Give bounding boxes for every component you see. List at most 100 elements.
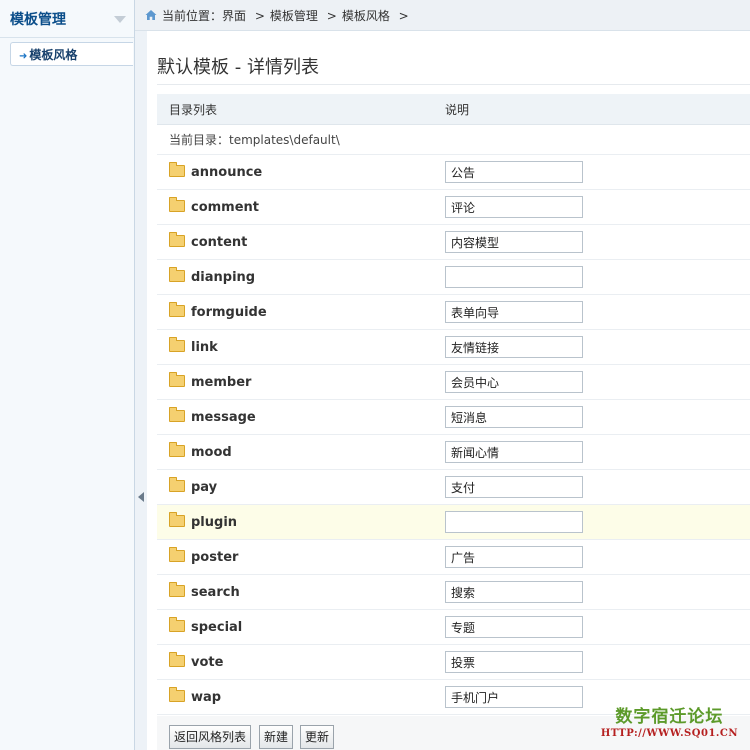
description-input[interactable] bbox=[445, 336, 583, 358]
directory-name[interactable]: search bbox=[191, 585, 240, 600]
folder-icon bbox=[169, 336, 185, 352]
breadcrumb-separator: > bbox=[254, 9, 265, 23]
description-input[interactable] bbox=[445, 266, 583, 288]
column-header-description: 说明 bbox=[445, 94, 750, 125]
directory-name[interactable]: poster bbox=[191, 550, 238, 565]
directory-cell[interactable]: announce bbox=[157, 154, 445, 190]
update-button[interactable]: 更新 bbox=[300, 725, 335, 749]
folder-icon bbox=[169, 266, 185, 282]
watermark-url: HTTP://WWW.SQ01.CN bbox=[600, 728, 738, 739]
site-watermark: 数字宿迁论坛 HTTP://WWW.SQ01.CN bbox=[601, 707, 738, 741]
directory-name[interactable]: member bbox=[191, 375, 251, 390]
description-input[interactable] bbox=[445, 546, 583, 568]
description-input[interactable] bbox=[445, 441, 583, 463]
sidebar-item-label: 模板风格 bbox=[29, 48, 78, 62]
description-input[interactable] bbox=[445, 371, 583, 393]
current-directory-label: 当前目录：templates\default\ bbox=[157, 124, 750, 155]
breadcrumb-separator: > bbox=[326, 9, 337, 23]
table-row: vote bbox=[157, 644, 750, 680]
folder-icon bbox=[169, 441, 185, 457]
directory-cell[interactable]: poster bbox=[157, 539, 445, 575]
description-cell bbox=[445, 644, 750, 680]
breadcrumb-item[interactable]: 模板风格 bbox=[342, 9, 390, 23]
directory-name[interactable]: special bbox=[191, 620, 242, 635]
directory-cell[interactable]: formguide bbox=[157, 294, 445, 330]
breadcrumb-item[interactable]: 界面 bbox=[222, 9, 246, 23]
watermark-title: 数字宿迁论坛 bbox=[615, 707, 724, 727]
directory-name[interactable]: content bbox=[191, 235, 247, 250]
sidebar-divider bbox=[0, 37, 134, 38]
directory-name[interactable]: pay bbox=[191, 480, 217, 495]
folder-icon bbox=[169, 581, 185, 597]
directory-cell[interactable]: pay bbox=[157, 469, 445, 505]
directory-name[interactable]: announce bbox=[191, 165, 262, 180]
directory-cell[interactable]: search bbox=[157, 574, 445, 610]
new-button[interactable]: 新建 bbox=[259, 725, 294, 749]
directory-name[interactable]: link bbox=[191, 340, 218, 355]
back-to-style-list-button[interactable]: 返回风格列表 bbox=[169, 725, 252, 749]
directory-name[interactable]: mood bbox=[191, 445, 232, 460]
table-row: poster bbox=[157, 539, 750, 575]
breadcrumb-prefix: 当前位置： bbox=[162, 9, 223, 23]
directory-name[interactable]: comment bbox=[191, 200, 259, 215]
directory-cell[interactable]: message bbox=[157, 399, 445, 435]
directory-name[interactable]: formguide bbox=[191, 305, 267, 320]
title-divider bbox=[157, 84, 750, 85]
sidebar-title-label: 模板管理 bbox=[10, 12, 66, 28]
description-input[interactable] bbox=[445, 231, 583, 253]
directory-cell[interactable]: plugin bbox=[157, 504, 445, 540]
directory-name[interactable]: vote bbox=[191, 655, 223, 670]
directory-cell[interactable]: member bbox=[157, 364, 445, 400]
table-row: mood bbox=[157, 434, 750, 470]
table-row: formguide bbox=[157, 294, 750, 330]
description-cell bbox=[445, 399, 750, 435]
folder-icon bbox=[169, 301, 185, 317]
triangle-down-icon[interactable] bbox=[114, 16, 126, 23]
table-header-row: 目录列表 说明 bbox=[157, 94, 750, 125]
directory-name[interactable]: message bbox=[191, 410, 256, 425]
directory-name[interactable]: dianping bbox=[191, 270, 255, 285]
description-input[interactable] bbox=[445, 651, 583, 673]
description-input[interactable] bbox=[445, 196, 583, 218]
description-input[interactable] bbox=[445, 581, 583, 603]
description-input[interactable] bbox=[445, 406, 583, 428]
table-row: special bbox=[157, 609, 750, 645]
description-cell bbox=[445, 469, 750, 505]
description-input[interactable] bbox=[445, 686, 583, 708]
directory-cell[interactable]: special bbox=[157, 609, 445, 645]
description-input[interactable] bbox=[445, 476, 583, 498]
home-icon[interactable] bbox=[145, 9, 157, 21]
folder-icon bbox=[169, 651, 185, 667]
description-input[interactable] bbox=[445, 616, 583, 638]
description-input[interactable] bbox=[445, 511, 583, 533]
folder-icon bbox=[169, 546, 185, 562]
directory-cell[interactable]: dianping bbox=[157, 259, 445, 295]
collapse-left-icon[interactable] bbox=[138, 492, 144, 502]
directory-cell[interactable]: vote bbox=[157, 644, 445, 680]
description-input[interactable] bbox=[445, 161, 583, 183]
directory-cell[interactable]: link bbox=[157, 329, 445, 365]
folder-icon bbox=[169, 686, 185, 702]
folder-icon bbox=[169, 406, 185, 422]
folder-icon bbox=[169, 196, 185, 212]
directory-cell[interactable]: comment bbox=[157, 189, 445, 225]
directory-cell[interactable]: content bbox=[157, 224, 445, 260]
directory-name[interactable]: plugin bbox=[191, 515, 237, 530]
table-row: comment bbox=[157, 189, 750, 225]
sidebar-item-template-style[interactable]: ➜ 模板风格 bbox=[10, 42, 133, 66]
breadcrumb-bar: 当前位置：界面 > 模板管理 > 模板风格 > bbox=[135, 0, 750, 31]
directory-name[interactable]: wap bbox=[191, 690, 221, 705]
description-cell bbox=[445, 259, 750, 295]
table-row: pay bbox=[157, 469, 750, 505]
directory-cell[interactable]: wap bbox=[157, 679, 445, 715]
description-cell bbox=[445, 154, 750, 190]
description-cell bbox=[445, 539, 750, 575]
description-cell bbox=[445, 224, 750, 260]
table-row: message bbox=[157, 399, 750, 435]
column-header-directory: 目录列表 bbox=[157, 94, 445, 125]
breadcrumb-item[interactable]: 模板管理 bbox=[270, 9, 318, 23]
description-input[interactable] bbox=[445, 301, 583, 323]
description-cell bbox=[445, 189, 750, 225]
sidebar-title[interactable]: 模板管理 bbox=[0, 0, 134, 38]
directory-cell[interactable]: mood bbox=[157, 434, 445, 470]
